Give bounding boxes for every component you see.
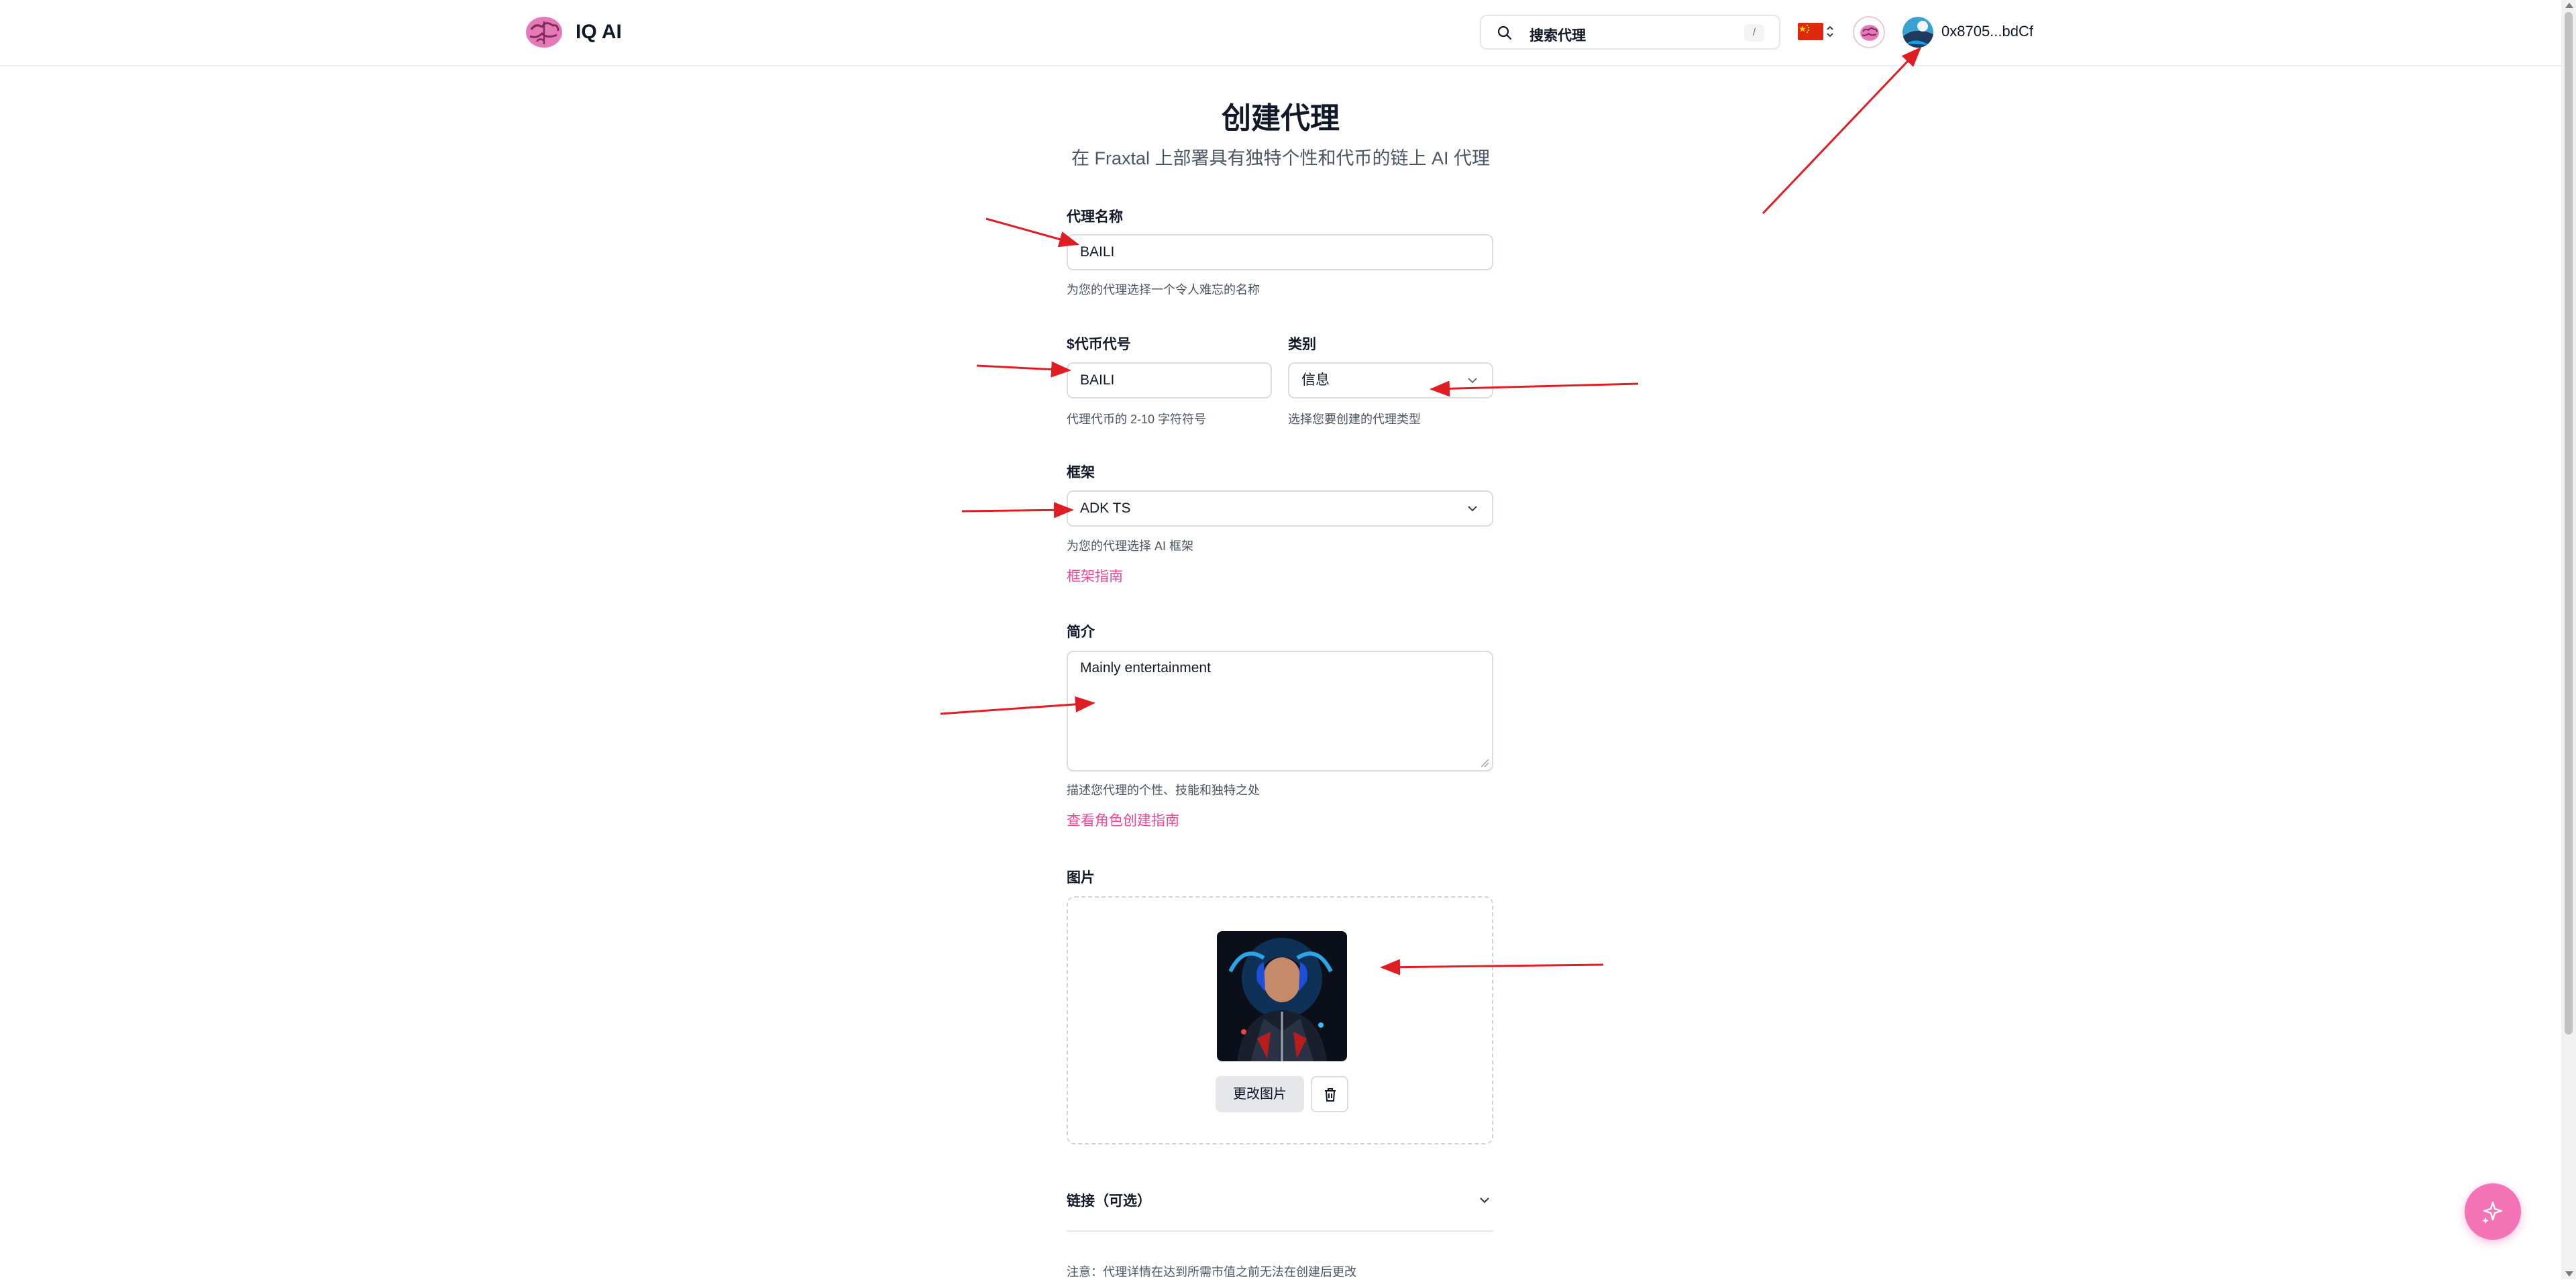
framework-selected-value: ADK TS	[1080, 500, 1131, 516]
brain-logo-icon[interactable]	[525, 15, 564, 50]
image-label: 图片	[1067, 870, 1095, 886]
scroll-up-arrow-icon[interactable]	[2565, 3, 2573, 8]
agent-name-help: 为您的代理选择一个令人难忘的名称	[1067, 283, 1260, 297]
ai-assistant-button[interactable]	[2465, 1183, 2521, 1240]
delete-image-button[interactable]	[1311, 1076, 1348, 1112]
framework-select[interactable]: ADK TS	[1067, 490, 1493, 527]
chevron-up-down-icon[interactable]	[1826, 24, 1834, 39]
annotation-arrow	[976, 361, 1071, 378]
chevron-down-icon	[1480, 1197, 1489, 1204]
resize-handle-icon[interactable]	[1480, 758, 1489, 767]
scrollbar-thumb[interactable]	[2565, 12, 2573, 1034]
agent-name-label: 代理名称	[1067, 209, 1123, 225]
bio-text: Mainly entertainment	[1080, 660, 1211, 676]
scroll-down-arrow-icon[interactable]	[2565, 1271, 2573, 1277]
category-label: 类别	[1288, 337, 1316, 352]
trash-icon	[1325, 1088, 1336, 1102]
ticker-input[interactable]: BAILI	[1067, 362, 1272, 398]
search-placeholder: 搜索代理	[1529, 28, 1586, 44]
category-help: 选择您要创建的代理类型	[1288, 413, 1421, 426]
change-image-button[interactable]: 更改图片	[1216, 1076, 1304, 1112]
bio-help: 描述您代理的个性、技能和独特之处	[1067, 784, 1260, 797]
annotation-arrow	[985, 217, 1079, 248]
ticker-help: 代理代币的 2-10 字符符号	[1067, 413, 1207, 426]
annotation-arrow	[961, 502, 1074, 519]
character-guide-link[interactable]: 查看角色创建指南	[1067, 810, 1179, 830]
category-select[interactable]: 信息	[1288, 362, 1493, 398]
bio-textarea[interactable]: Mainly entertainment	[1067, 651, 1493, 771]
creation-note: 注意：代理详情在达到所需市值之前无法在创建后更改	[1067, 1265, 1356, 1279]
page-subtitle: 在 Fraxtal 上部署具有独特个性和代币的链上 AI 代理	[1071, 148, 1491, 168]
bio-label: 简介	[1067, 625, 1095, 640]
search-icon	[1497, 25, 1512, 40]
wallet-avatar[interactable]	[1902, 17, 1933, 48]
search-shortcut-key: /	[1744, 24, 1764, 42]
framework-guide-link[interactable]: 框架指南	[1067, 566, 1123, 586]
page-scrollbar[interactable]	[2561, 0, 2576, 1279]
agent-profile-button[interactable]	[1853, 16, 1885, 48]
sparkles-icon	[2482, 1201, 2503, 1224]
brand-name[interactable]: IQ AI	[576, 19, 622, 46]
china-flag-icon[interactable]	[1798, 23, 1823, 40]
wallet-address[interactable]: 0x8705...bdCf	[1941, 23, 2033, 40]
agent-name-input[interactable]: BAILI	[1067, 234, 1493, 270]
agent-image	[1217, 931, 1347, 1061]
search-box[interactable]: 搜索代理 /	[1480, 15, 1780, 50]
links-section-toggle[interactable]: 链接（可选）	[1067, 1190, 1493, 1232]
framework-label: 框架	[1067, 465, 1095, 480]
chevron-down-icon	[1468, 378, 1477, 384]
top-nav: IQ AI 搜索代理 / 0x8705...bdCf	[0, 0, 2561, 66]
image-upload-area[interactable]: 更改图片	[1067, 896, 1493, 1144]
chevron-down-icon	[1468, 506, 1477, 512]
brain-icon	[1860, 25, 1879, 41]
framework-help: 为您的代理选择 AI 框架	[1067, 539, 1194, 553]
category-selected-value: 信息	[1301, 372, 1330, 388]
page-title: 创建代理	[1222, 102, 1340, 135]
links-label: 链接（可选）	[1067, 1193, 1151, 1209]
ticker-label: $代币代号	[1067, 337, 1131, 352]
